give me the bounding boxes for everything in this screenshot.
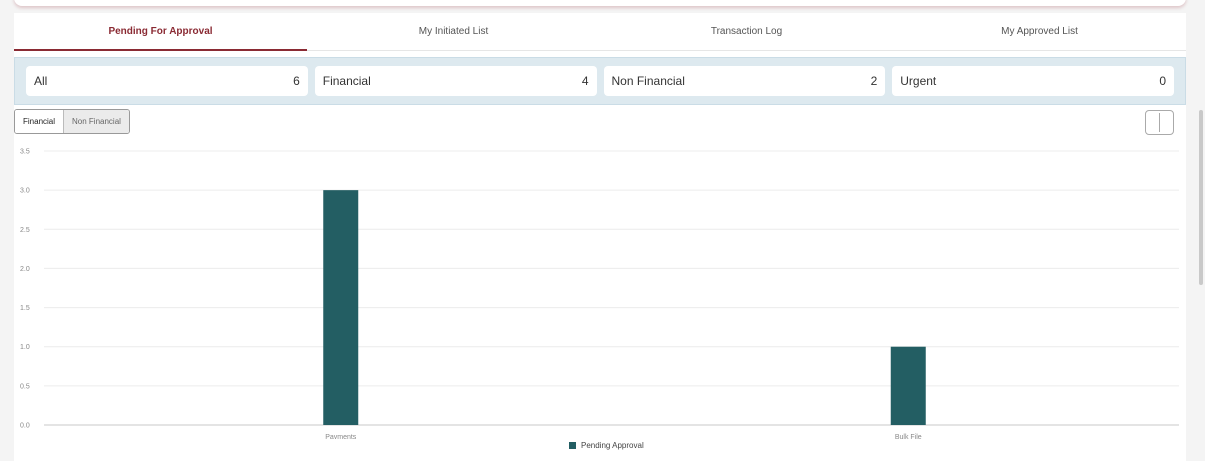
summary-count: 2: [870, 74, 878, 88]
summary-count: 4: [581, 74, 589, 88]
bar-bulk-file[interactable]: [890, 346, 926, 425]
y-tick-label: 1.0: [20, 344, 30, 351]
header-card: [14, 0, 1186, 6]
x-tick-label: Payments: [325, 434, 357, 439]
y-tick-label: 0.5: [20, 383, 30, 390]
summary-label: Financial: [322, 74, 371, 88]
x-tick-label: Bulk File: [895, 434, 922, 439]
legend-swatch: [569, 442, 576, 449]
tab-my-approved-list[interactable]: My Approved List: [893, 13, 1186, 50]
y-tick-label: 2.0: [20, 266, 30, 273]
summary-label: Non Financial: [611, 74, 685, 88]
summary-count: 6: [293, 74, 300, 88]
y-tick-label: 1.5: [20, 305, 30, 312]
summary-label: Urgent: [900, 74, 937, 88]
summary-card-all[interactable]: All 6: [26, 66, 308, 96]
chart-legend: Pending Approval: [569, 441, 644, 450]
y-tick-label: 2.5: [20, 227, 30, 234]
summary-bar: All 6 Financial 4 Non Financial 2 Urgent…: [14, 57, 1186, 105]
summary-card-financial[interactable]: Financial 4: [314, 66, 597, 96]
summary-count: 0: [1159, 74, 1166, 88]
y-tick-label: 3.5: [20, 149, 30, 156]
tab-bar: Pending For Approval My Initiated List T…: [14, 13, 1186, 51]
financial-filter-button[interactable]: Financial: [15, 110, 65, 133]
summary-label: All: [34, 74, 48, 88]
y-tick-label: 0.0: [20, 423, 30, 430]
summary-card-non-financial[interactable]: Non Financial 2: [603, 66, 886, 96]
view-toggle-button[interactable]: [1145, 110, 1174, 135]
pending-approval-chart: 0.0 0.5 1.0 1.5 2.0 2.5 3.0 3.5 Payments Bulk Fil…: [20, 149, 1179, 439]
non-financial-filter-button[interactable]: Non Financial: [64, 110, 129, 133]
type-filter-toggle: Financial Non Financial: [14, 109, 130, 134]
scrollbar-thumb[interactable]: [1199, 110, 1203, 285]
approvals-panel: Pending For Approval My Initiated List T…: [14, 13, 1186, 461]
tab-pending-for-approval[interactable]: Pending For Approval: [14, 13, 307, 51]
bar-payments[interactable]: [323, 190, 359, 425]
legend-label: Pending Approval: [581, 441, 644, 450]
summary-card-urgent[interactable]: Urgent 0: [892, 66, 1174, 96]
y-tick-label: 3.0: [20, 188, 30, 195]
page-scrollbar[interactable]: [1197, 0, 1205, 461]
tab-transaction-log[interactable]: Transaction Log: [600, 13, 893, 50]
tab-my-initiated-list[interactable]: My Initiated List: [307, 13, 600, 50]
